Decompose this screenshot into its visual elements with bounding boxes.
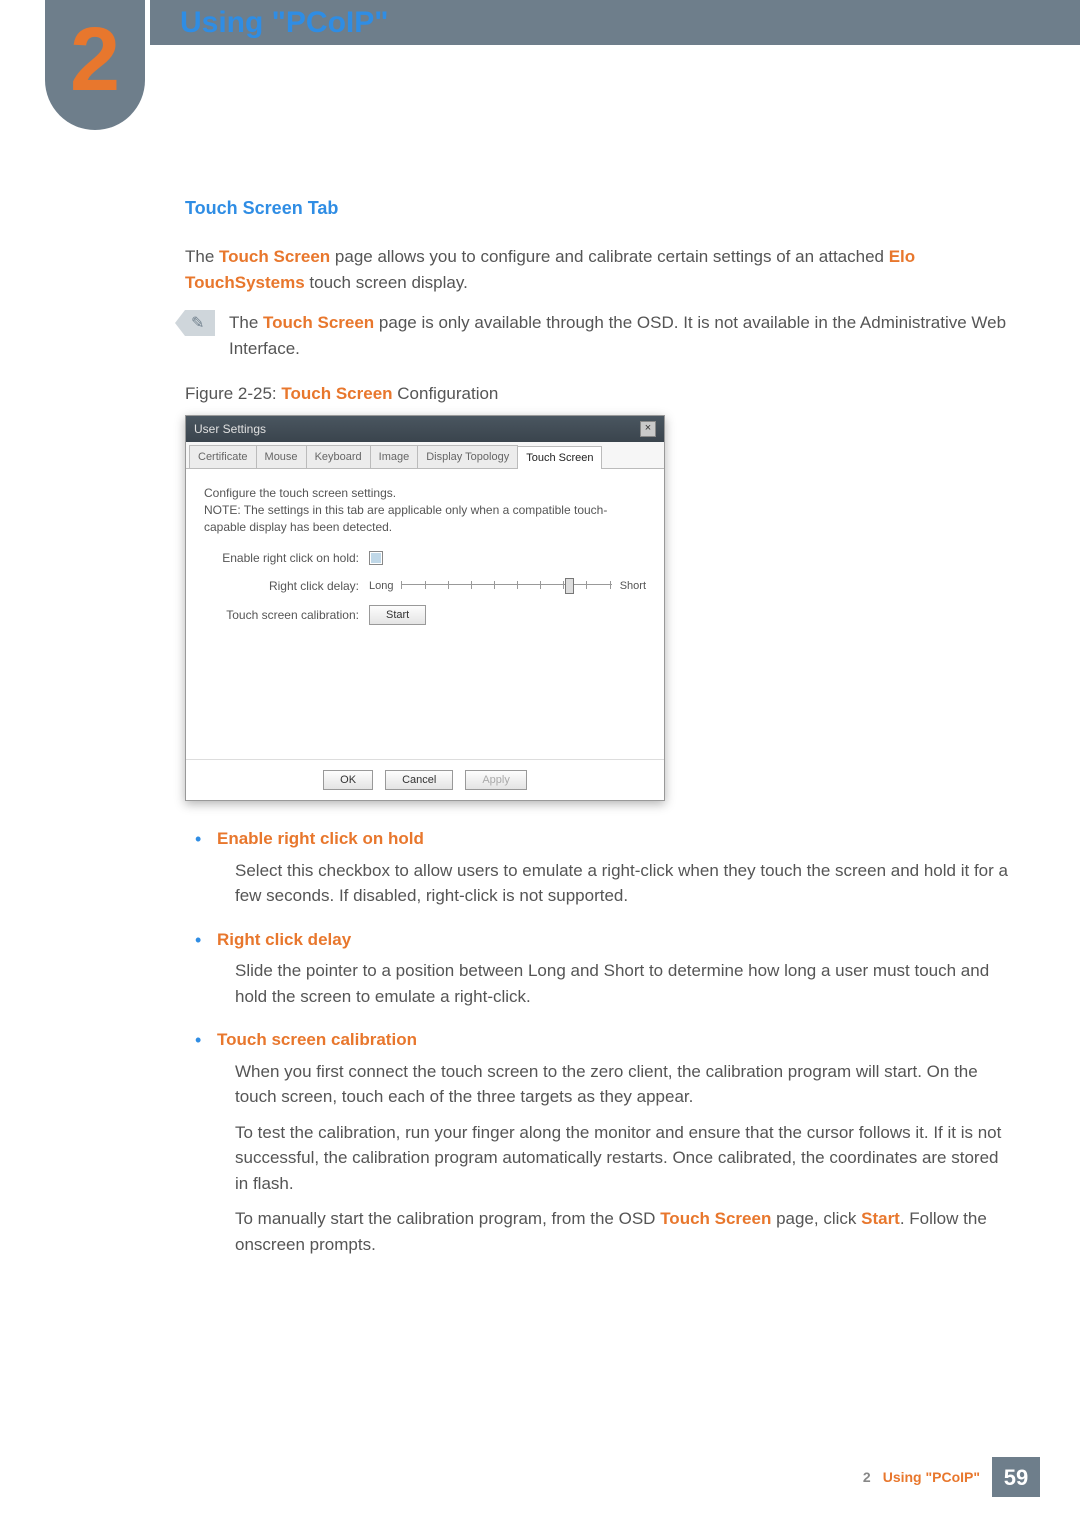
tab-certificate[interactable]: Certificate: [189, 445, 257, 469]
tab-mouse[interactable]: Mouse: [256, 445, 307, 469]
intro-para: The Touch Screen page allows you to conf…: [185, 244, 1010, 295]
dialog-titlebar: User Settings ×: [186, 416, 664, 442]
text: The: [185, 247, 219, 266]
tab-touch-screen[interactable]: Touch Screen: [517, 446, 602, 470]
slider-long-label: Long: [369, 578, 393, 595]
delay-slider-wrap: Long Short: [369, 578, 646, 595]
touch-screen-label: Touch Screen: [660, 1209, 771, 1228]
feature-enable-right-click: Enable right click on hold Select this c…: [195, 826, 1010, 909]
touch-screen-label: Touch Screen: [281, 384, 392, 403]
slider-thumb[interactable]: [565, 578, 574, 594]
user-settings-dialog: User Settings × Certificate Mouse Keyboa…: [185, 415, 665, 802]
row-right-click-delay: Right click delay: Long Short: [204, 577, 646, 595]
close-button[interactable]: ×: [640, 421, 656, 437]
start-button[interactable]: Start: [369, 605, 426, 625]
footer-chapter-number: 2: [863, 1467, 871, 1488]
figure-caption: Figure 2-25: Touch Screen Configuration: [185, 381, 1010, 407]
feature-body: Slide the pointer to a position between …: [217, 958, 1010, 1009]
text: Figure 2-25:: [185, 384, 281, 403]
dialog-body-text: Configure the touch screen settings. NOT…: [204, 485, 646, 535]
touch-screen-label: Touch Screen: [263, 313, 374, 332]
feature-list: Enable right click on hold Select this c…: [185, 826, 1010, 1257]
dialog-tabs: Certificate Mouse Keyboard Image Display…: [186, 442, 664, 470]
header-bar: Using "PCoIP": [150, 0, 1080, 45]
text: page, click: [771, 1209, 861, 1228]
feature-para: Slide the pointer to a position between …: [235, 958, 1010, 1009]
slider-short-label: Short: [620, 578, 646, 595]
enable-right-click-label: Enable right click on hold:: [204, 549, 369, 567]
feature-para: When you first connect the touch screen …: [235, 1059, 1010, 1110]
text: Configuration: [393, 384, 499, 403]
tab-image[interactable]: Image: [370, 445, 419, 469]
text: touch screen display.: [305, 273, 468, 292]
note-icon: [185, 310, 215, 336]
ok-button[interactable]: OK: [323, 770, 373, 790]
tab-keyboard[interactable]: Keyboard: [306, 445, 371, 469]
chapter-title: Using "PCoIP": [180, 0, 388, 45]
dialog-footer: OK Cancel Apply: [186, 759, 664, 800]
dialog-title-text: User Settings: [194, 420, 266, 438]
note-block: The Touch Screen page is only available …: [185, 310, 1010, 361]
feature-body: Select this checkbox to allow users to e…: [217, 858, 1010, 909]
feature-right-click-delay: Right click delay Slide the pointer to a…: [195, 927, 1010, 1010]
feature-body: When you first connect the touch screen …: [217, 1059, 1010, 1258]
text: The: [229, 313, 263, 332]
feature-para: Select this checkbox to allow users to e…: [235, 858, 1010, 909]
text: page allows you to configure and calibra…: [330, 247, 889, 266]
chapter-number: 2: [70, 15, 120, 105]
chapter-badge: 2: [45, 0, 145, 130]
enable-right-click-checkbox[interactable]: [369, 551, 383, 565]
calibration-label: Touch screen calibration:: [204, 606, 369, 624]
feature-para: To test the calibration, run your finger…: [235, 1120, 1010, 1197]
section-title: Touch Screen Tab: [185, 195, 1010, 222]
feature-title: Right click delay: [217, 927, 1010, 953]
right-click-delay-label: Right click delay:: [204, 577, 369, 595]
touch-screen-label: Touch Screen: [219, 247, 330, 266]
apply-button[interactable]: Apply: [465, 770, 527, 790]
dialog-body: Configure the touch screen settings. NOT…: [186, 469, 664, 759]
page-content: Touch Screen Tab The Touch Screen page a…: [185, 195, 1010, 1257]
start-label: Start: [861, 1209, 900, 1228]
page-footer: 2 Using "PCoIP" 59: [863, 1457, 1040, 1497]
feature-touch-screen-calibration: Touch screen calibration When you first …: [195, 1027, 1010, 1257]
note-text: The Touch Screen page is only available …: [229, 310, 1010, 361]
feature-para-final: To manually start the calibration progra…: [235, 1206, 1010, 1257]
row-calibration: Touch screen calibration: Start: [204, 605, 646, 625]
tab-display-topology[interactable]: Display Topology: [417, 445, 518, 469]
page-number: 59: [992, 1457, 1040, 1497]
text: To manually start the calibration progra…: [235, 1209, 660, 1228]
cancel-button[interactable]: Cancel: [385, 770, 453, 790]
delay-slider[interactable]: [401, 584, 611, 588]
row-enable-right-click: Enable right click on hold:: [204, 549, 646, 567]
feature-title: Enable right click on hold: [217, 826, 1010, 852]
feature-title: Touch screen calibration: [217, 1027, 1010, 1053]
footer-chapter-title: Using "PCoIP": [883, 1467, 980, 1488]
